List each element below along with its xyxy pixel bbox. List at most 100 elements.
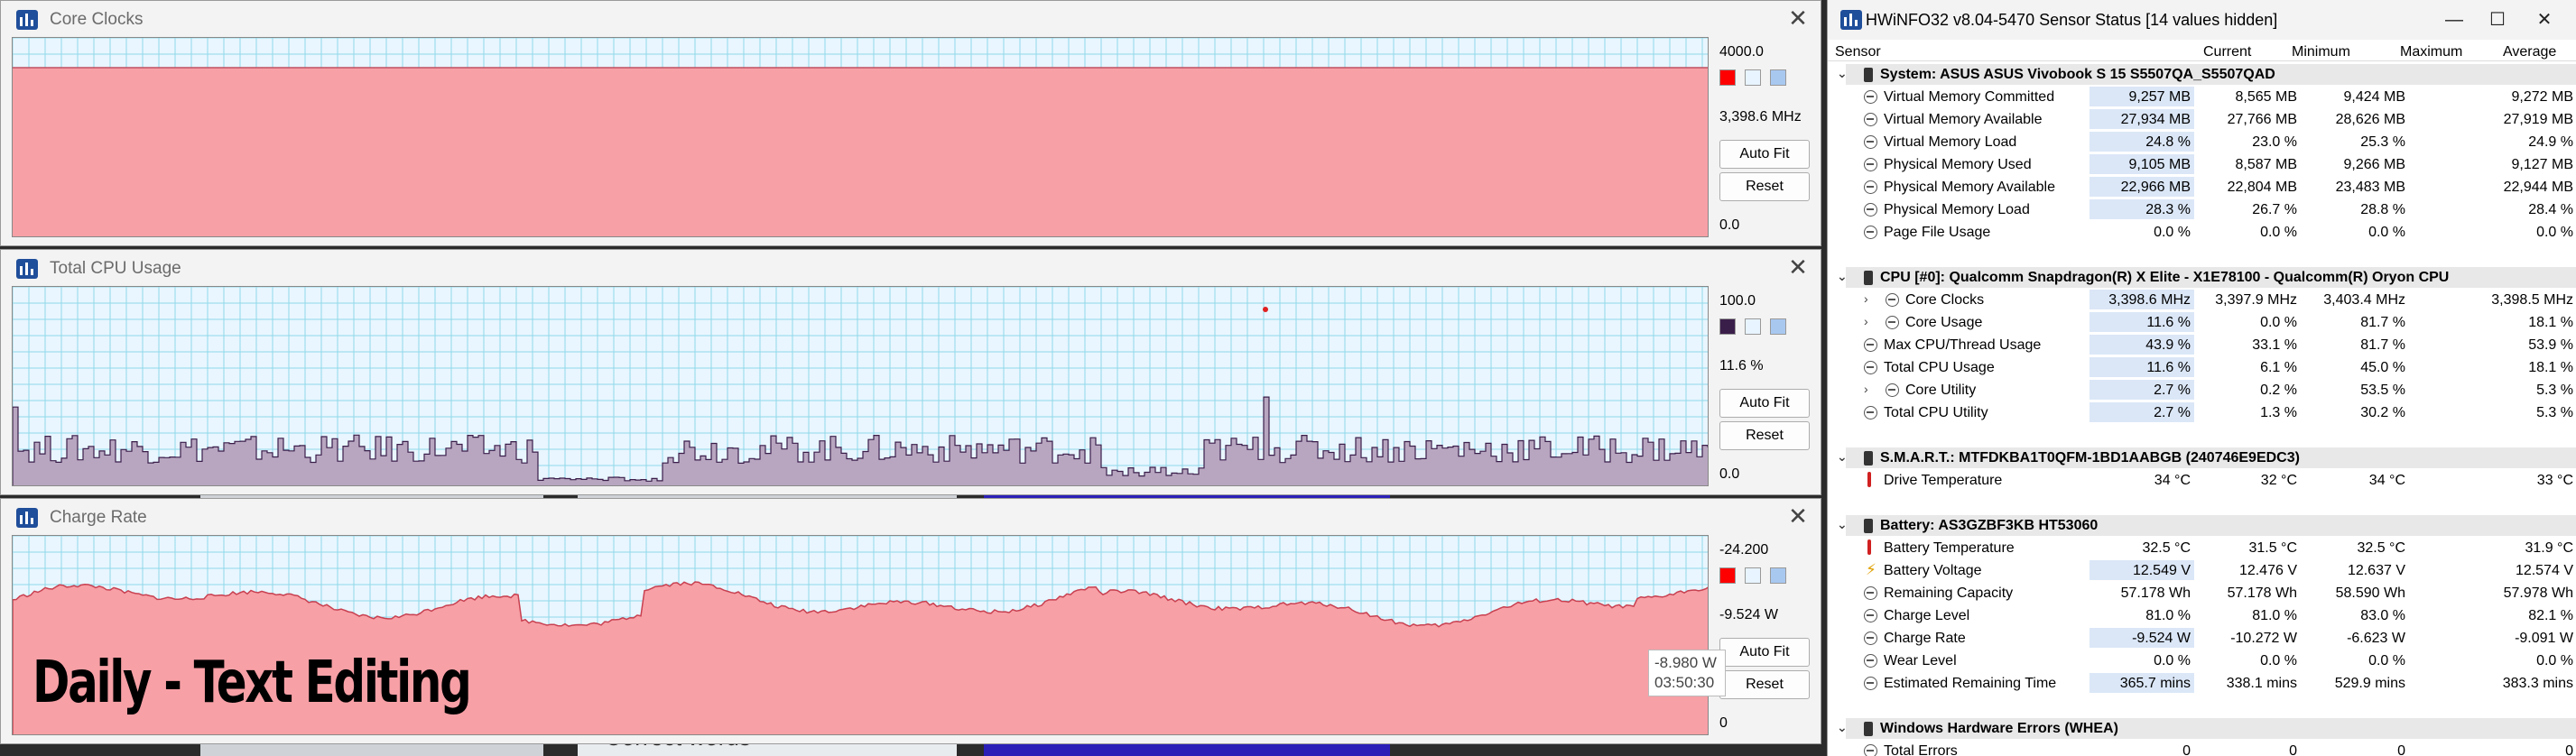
minimize-button[interactable]: —: [2436, 5, 2472, 34]
maximize-button[interactable]: ☐: [2479, 5, 2516, 34]
graph-titlebar[interactable]: Total CPU Usage ✕: [1, 250, 1821, 286]
graph-color-swatch-secondary[interactable]: [1745, 567, 1761, 584]
sensor-maximum-value: 81.7 %: [2360, 337, 2405, 353]
sensor-row[interactable]: Wear Level 0.0 % 0.0 % 0.0 % 0.0 %: [1828, 650, 2576, 672]
close-button[interactable]: ✕: [2526, 5, 2562, 34]
autofit-button[interactable]: Auto Fit: [1719, 389, 1810, 418]
chevron-down-icon[interactable]: ⌄: [1837, 66, 1848, 81]
sensor-group-header[interactable]: ⌄ Battery: AS3GZBF3KB HT53060: [1828, 514, 2576, 537]
sensor-row[interactable]: Charge Level 81.0 % 81.0 % 83.0 % 82.1 %: [1828, 604, 2576, 627]
graph-close-button[interactable]: ✕: [1784, 5, 1812, 32]
sensor-group-header[interactable]: ⌄ System: ASUS ASUS Vivobook S 15 S5507QA…: [1828, 63, 2576, 86]
sensor-average-value: 12.574 V: [2515, 563, 2573, 578]
sensor-current-value: 9,105 MB: [2090, 154, 2194, 174]
reset-button[interactable]: Reset: [1719, 421, 1810, 450]
sensor-row[interactable]: › Core Clocks 3,398.6 MHz 3,397.9 MHz 3,403.…: [1828, 289, 2576, 311]
column-minimum[interactable]: Minimum: [2292, 44, 2350, 60]
sensor-group-header[interactable]: ⌄ Windows Hardware Errors (WHEA): [1828, 717, 2576, 740]
hwinfo-app-icon: [16, 259, 38, 279]
hwinfo-app-icon: [1840, 10, 1862, 30]
graph-color-swatch[interactable]: [1719, 69, 1736, 86]
column-current[interactable]: Current: [2203, 44, 2251, 60]
sensor-row[interactable]: Virtual Memory Load 24.8 % 23.0 % 25.3 % 24.…: [1828, 131, 2576, 153]
sensor-current-value: 0.0 %: [2154, 225, 2191, 240]
sensor-maximum-value: 0.0 %: [2368, 653, 2405, 668]
graph-color-swatch-tertiary[interactable]: [1770, 318, 1786, 335]
graph-side-panel: -24.200 -9.524 W Auto Fit Reset 0: [1714, 535, 1819, 741]
sensor-row[interactable]: ⚡ Battery Voltage 12.549 V 12.476 V 12.637 V…: [1828, 559, 2576, 582]
close-icon: ✕: [2536, 10, 2553, 30]
graph-color-swatch-secondary[interactable]: [1745, 69, 1761, 86]
graph-color-swatch[interactable]: [1719, 318, 1736, 335]
reset-button[interactable]: Reset: [1719, 172, 1810, 201]
sensor-row[interactable]: Virtual Memory Committed 9,257 MB 8,565 MB…: [1828, 86, 2576, 108]
sensor-maximum-value: 28.8 %: [2360, 202, 2405, 217]
sensor-group-header[interactable]: ⌄ CPU [#0]: Qualcomm Snapdragon(R) X Elit…: [1828, 266, 2576, 289]
graph-side-panel: 4000.0 3,398.6 MHz Auto Fit Reset 0.0: [1714, 37, 1819, 243]
minimize-icon: —: [2445, 10, 2463, 30]
graph-svg: [13, 287, 1708, 485]
graph-color-swatch-secondary[interactable]: [1745, 318, 1761, 335]
column-average[interactable]: Average: [2503, 44, 2556, 60]
chevron-right-icon[interactable]: ›: [1864, 291, 1868, 306]
sensor-minimum-value: 0.0 %: [2260, 225, 2297, 240]
column-sensor[interactable]: Sensor: [1835, 44, 1881, 60]
sensor-group-label: System: ASUS ASUS Vivobook S 15 S5507QA_…: [1880, 67, 2275, 82]
chevron-down-icon[interactable]: ⌄: [1837, 720, 1848, 735]
hwinfo-sensor-window: HWiNFO32 v8.04-5470 Sensor Status [14 va…: [1827, 0, 2576, 756]
graph-close-button[interactable]: ✕: [1784, 254, 1812, 281]
chevron-down-icon[interactable]: ⌄: [1837, 517, 1848, 532]
sensor-group-icon: [1864, 722, 1873, 736]
sensor-row[interactable]: Remaining Capacity 57.178 Wh 57.178 Wh 58.5…: [1828, 582, 2576, 604]
sensor-row[interactable]: Drive Temperature 34 °C 32 °C 34 °C 33 °C: [1828, 469, 2576, 492]
graph-close-button[interactable]: ✕: [1784, 502, 1812, 530]
sensor-average-value: 5.3 %: [2536, 383, 2573, 398]
sensor-group-header[interactable]: ⌄ S.M.A.R.T.: MTFDKBA1T0QFM-1BD1AABGB (24…: [1828, 447, 2576, 469]
gauge-icon: [1864, 586, 1877, 600]
sensor-average-value: 57.978 Wh: [2503, 585, 2573, 601]
sensor-current-value: 57.178 Wh: [2120, 585, 2191, 601]
chevron-down-icon[interactable]: ⌄: [1837, 269, 1848, 284]
sensor-average-value: -9.091 W: [2515, 631, 2573, 646]
graph-color-swatch-tertiary[interactable]: [1770, 69, 1786, 86]
sensor-row[interactable]: › Core Usage 11.6 % 0.0 % 81.7 % 18.1 %: [1828, 311, 2576, 334]
sensor-label: Virtual Memory Committed: [1884, 89, 2055, 105]
graph-titlebar[interactable]: Core Clocks ✕: [1, 1, 1821, 37]
graph-color-swatch-tertiary[interactable]: [1770, 567, 1786, 584]
sensor-row[interactable]: Physical Memory Used 9,105 MB 8,587 MB 9,26…: [1828, 153, 2576, 176]
sensor-row[interactable]: Total Errors 0 0 0 0: [1828, 740, 2576, 756]
autofit-button[interactable]: Auto Fit: [1719, 638, 1810, 667]
sensor-row[interactable]: Battery Temperature 32.5 °C 31.5 °C 32.5 °C…: [1828, 537, 2576, 559]
reset-button[interactable]: Reset: [1719, 670, 1810, 699]
sensor-row[interactable]: Physical Memory Available 22,966 MB 22,804…: [1828, 176, 2576, 198]
sensor-row[interactable]: Virtual Memory Available 27,934 MB 27,766 …: [1828, 108, 2576, 131]
chevron-right-icon[interactable]: ›: [1864, 314, 1868, 328]
sensor-current-value: 2.7 %: [2090, 402, 2194, 422]
sensor-label: Battery Voltage: [1884, 563, 1982, 578]
gauge-icon: [1886, 316, 1899, 329]
sensor-row[interactable]: › Core Utility 2.7 % 0.2 % 53.5 % 5.3 %: [1828, 379, 2576, 401]
gauge-icon: [1864, 180, 1877, 194]
graph-plot-area: [12, 286, 1709, 486]
hwinfo-titlebar[interactable]: HWiNFO32 v8.04-5470 Sensor Status [14 va…: [1828, 0, 2576, 40]
sensor-row[interactable]: Total CPU Usage 11.6 % 6.1 % 45.0 % 18.1 %: [1828, 356, 2576, 379]
chevron-down-icon[interactable]: ⌄: [1837, 449, 1848, 465]
graph-titlebar[interactable]: Charge Rate ✕: [1, 499, 1821, 535]
sensor-row[interactable]: Estimated Remaining Time 365.7 mins 338.1 …: [1828, 672, 2576, 695]
sensor-current-value: 2.7 %: [2090, 380, 2194, 400]
column-maximum[interactable]: Maximum: [2400, 44, 2462, 60]
sensor-label: Core Usage: [1905, 315, 1983, 330]
graph-color-swatch[interactable]: [1719, 567, 1736, 584]
sensor-label: Physical Memory Used: [1884, 157, 2032, 172]
sensor-row[interactable]: Charge Rate -9.524 W -10.272 W -6.623 W -9.0…: [1828, 627, 2576, 650]
chevron-right-icon[interactable]: ›: [1864, 382, 1868, 396]
sensor-row[interactable]: Page File Usage 0.0 % 0.0 % 0.0 % 0.0 %: [1828, 221, 2576, 244]
graph-window-total-cpu-usage: Total CPU Usage ✕ 100.0 11.6 % Auto Fit …: [0, 249, 1821, 495]
sensor-row[interactable]: Max CPU/Thread Usage 43.9 % 33.1 % 81.7 % 53…: [1828, 334, 2576, 356]
sensor-label: Charge Rate: [1884, 631, 1966, 646]
sensor-row[interactable]: Total CPU Utility 2.7 % 1.3 % 30.2 % 5.3 %: [1828, 401, 2576, 424]
sensor-row[interactable]: Physical Memory Load 28.3 % 26.7 % 28.8 % 28…: [1828, 198, 2576, 221]
autofit-button[interactable]: Auto Fit: [1719, 140, 1810, 169]
sensor-label: Max CPU/Thread Usage: [1884, 337, 2042, 353]
sensor-label: Page File Usage: [1884, 225, 1991, 240]
